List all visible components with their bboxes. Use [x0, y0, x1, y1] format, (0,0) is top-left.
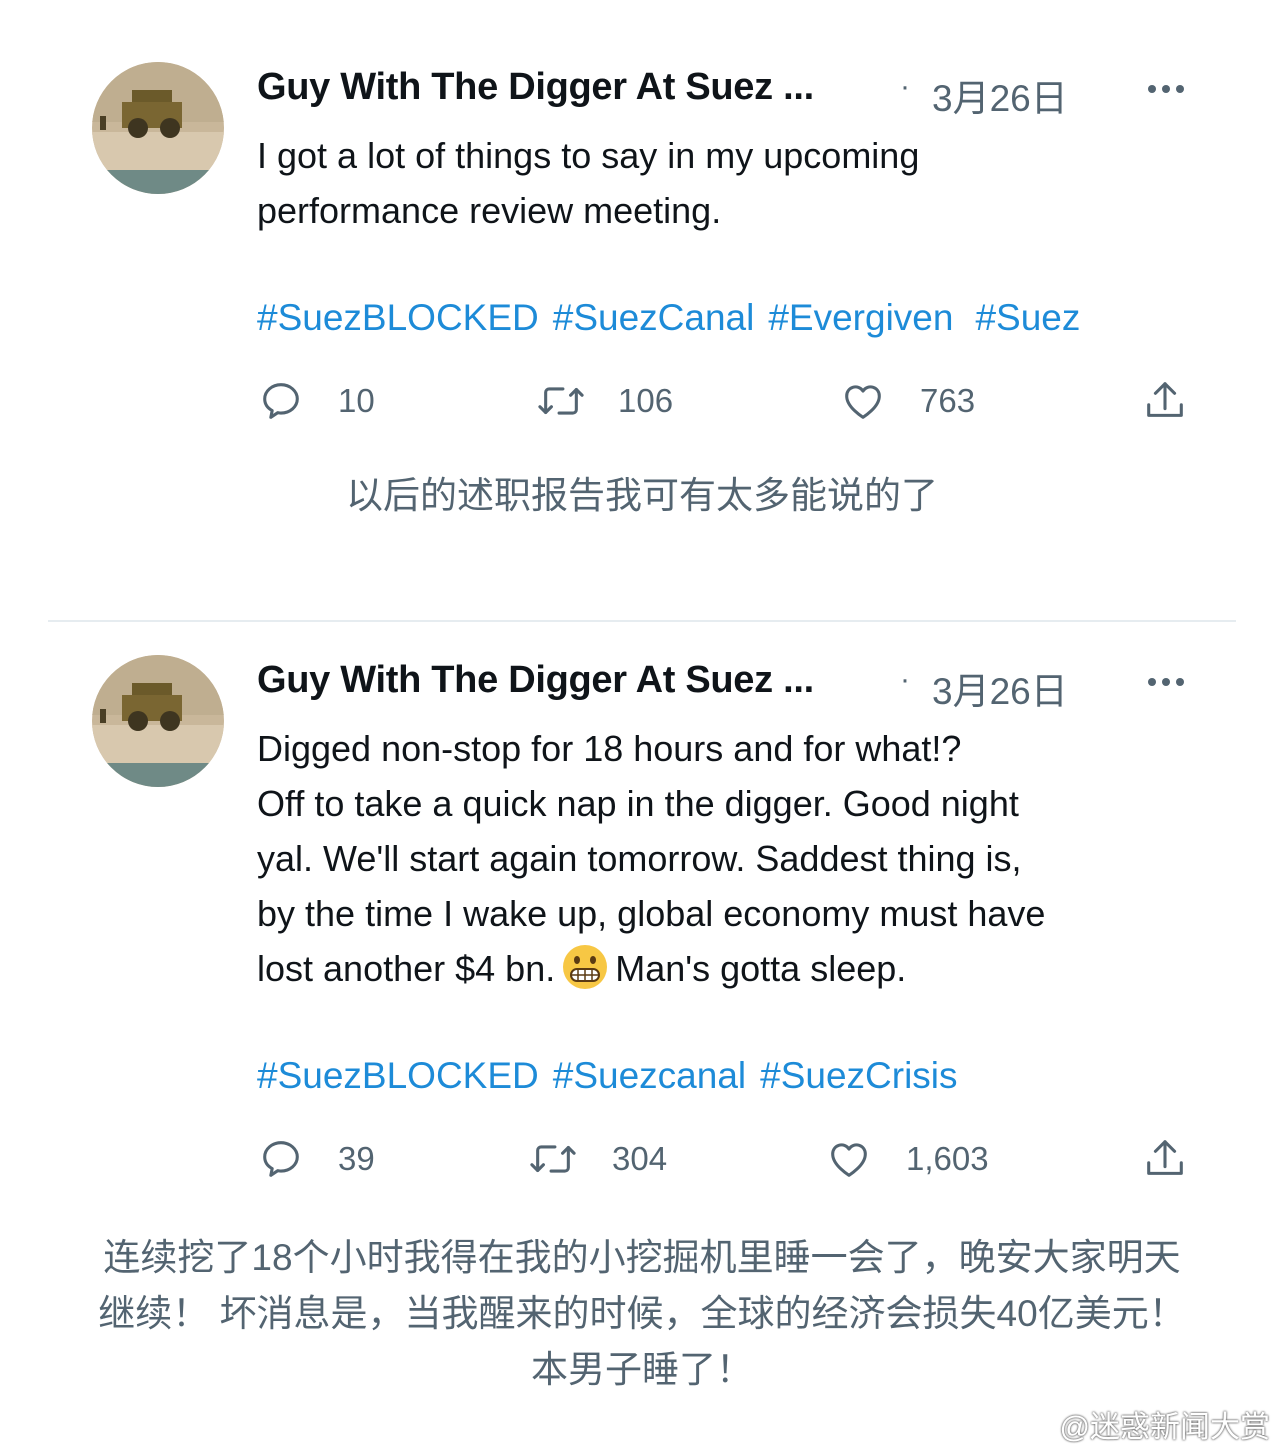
heart-icon — [845, 385, 881, 419]
tweet-text-tail: Man's gotta sleep. — [615, 948, 907, 989]
avatar[interactable] — [92, 62, 224, 194]
hashtag-link[interactable]: #SuezBLOCKED — [257, 297, 539, 339]
separator-dot: · — [900, 663, 910, 696]
reply-icon — [263, 383, 299, 419]
display-name[interactable]: Guy With The Digger At Suez ... — [257, 66, 814, 109]
caption-line: 本男子睡了！ — [531, 1349, 753, 1390]
hashtags: #SuezBLOCKED #Suezcanal #SuezCrisis — [257, 1055, 958, 1097]
heart-icon — [831, 1143, 867, 1177]
share-icon — [1147, 382, 1183, 417]
reply-button[interactable]: 10 — [258, 378, 375, 424]
reply-count: 39 — [338, 1140, 375, 1177]
retweet-icon — [538, 387, 584, 415]
watermark-text: @迷惑新闻大赏 — [1059, 1411, 1270, 1444]
retweet-count: 106 — [618, 382, 674, 419]
like-count: 763 — [920, 382, 976, 419]
tweet-date[interactable]: 3月26日 — [932, 661, 1068, 715]
tweet-text: I got a lot of things to say in my upcom… — [257, 135, 920, 231]
more-options-icon[interactable] — [1148, 85, 1184, 93]
caption-line: 继续！ 坏消息是，当我醒来的时候，全球的经济会损失40亿美元！ — [98, 1293, 1186, 1334]
hashtag-link[interactable]: #SuezCanal — [553, 297, 755, 339]
caption-line: 连续挖了18个小时我得在我的小挖掘机里睡一会了，晚安大家明天 — [103, 1237, 1181, 1278]
translation-caption: 连续挖了18个小时我得在我的小挖掘机里睡一会了，晚安大家明天 继续！ 坏消息是，… — [0, 1230, 1284, 1398]
avatar[interactable] — [92, 655, 224, 787]
translation-caption: 以后的述职报告我可有太多能说的了 — [346, 475, 938, 516]
like-count: 1,603 — [906, 1140, 989, 1177]
reply-icon — [263, 1141, 299, 1177]
separator-dot: · — [900, 70, 910, 103]
retweet-button[interactable]: 106 — [536, 378, 673, 424]
tweet-date[interactable]: 3月26日 — [932, 68, 1068, 122]
tweet-text: Digged non-stop for 18 hours and for wha… — [257, 721, 1217, 996]
reply-button[interactable]: 39 — [258, 1136, 375, 1182]
grimacing-face-icon — [563, 945, 608, 989]
share-button[interactable] — [1142, 1136, 1188, 1182]
weibo-logo-icon — [1020, 1411, 1053, 1439]
display-name[interactable]: Guy With The Digger At Suez ... — [257, 659, 814, 702]
retweet-count: 304 — [612, 1140, 668, 1177]
watermark: @迷惑新闻大赏 — [1020, 1402, 1270, 1446]
retweet-icon — [530, 1145, 576, 1173]
share-button[interactable] — [1142, 378, 1188, 424]
tweet-actions: 10 106 763 — [0, 378, 1284, 438]
tweet-actions: 39 304 1,603 — [0, 1136, 1284, 1196]
like-button[interactable]: 763 — [840, 378, 975, 424]
hashtag-link[interactable]: #Evergiven — [768, 297, 953, 339]
reply-count: 10 — [338, 382, 375, 419]
hashtag-link[interactable]: #Suez — [975, 297, 1080, 339]
more-options-icon[interactable] — [1148, 678, 1184, 686]
hashtag-link[interactable]: #Suezcanal — [553, 1055, 746, 1097]
hashtags: #SuezBLOCKED #SuezCanal #Evergiven #Suez — [257, 297, 1080, 339]
retweet-button[interactable]: 304 — [528, 1136, 667, 1182]
divider — [48, 620, 1236, 622]
hashtag-link[interactable]: #SuezCrisis — [760, 1055, 957, 1097]
hashtag-link[interactable]: #SuezBLOCKED — [257, 1055, 539, 1097]
like-button[interactable]: 1,603 — [826, 1136, 989, 1182]
share-icon — [1147, 1140, 1183, 1175]
